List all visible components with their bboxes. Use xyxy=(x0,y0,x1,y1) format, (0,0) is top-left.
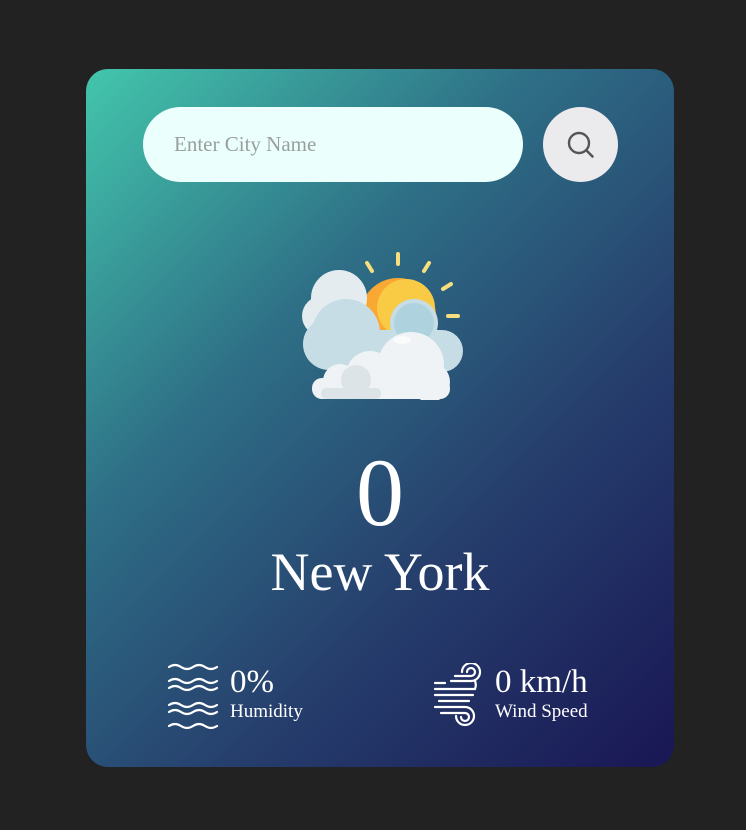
wind-speed-label: Wind Speed xyxy=(495,701,588,722)
search-icon xyxy=(567,131,594,158)
sun-behind-clouds-icon xyxy=(302,252,463,400)
humidity-value: 0% xyxy=(230,664,274,700)
city-name: New York xyxy=(270,542,490,602)
weather-card: 0 New York 0% Humidity xyxy=(86,69,674,767)
humidity-label: Humidity xyxy=(230,701,303,722)
search-button[interactable] xyxy=(543,107,618,182)
wind-speed-value: 0 km/h xyxy=(495,664,588,700)
temperature-value: 0 xyxy=(356,439,404,546)
wind-icon xyxy=(433,663,482,727)
humidity-waves-icon xyxy=(167,663,219,729)
city-search-input[interactable] xyxy=(143,107,523,182)
